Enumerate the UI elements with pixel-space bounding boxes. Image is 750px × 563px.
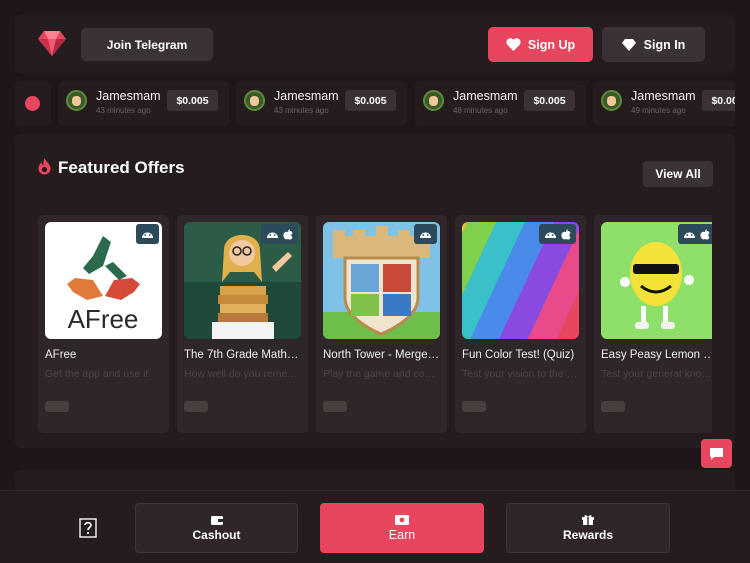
avatar [423, 90, 444, 111]
ticker-amount: $0.005 [167, 90, 218, 111]
offer-name: Fun Color Test! (Quiz) [462, 349, 575, 361]
android-icon [545, 232, 556, 238]
live-indicator [15, 81, 51, 126]
view-all-button[interactable]: View All [643, 161, 713, 187]
offer-card[interactable]: The 7th Grade Math Quiz How well do you … [177, 215, 308, 433]
help-icon[interactable] [79, 518, 97, 538]
chat-button[interactable] [701, 439, 732, 468]
offer-name: Easy Peasy Lemon Squeezy [601, 349, 712, 361]
android-icon [142, 232, 153, 238]
ticker-username: Jamesmam [453, 89, 518, 103]
offer-reward-pill [323, 401, 347, 412]
offer-card[interactable]: Fun Color Test! (Quiz) Test your vision … [455, 215, 586, 433]
bottom-navigation: Cashout Earn Rewards [0, 490, 750, 563]
rewards-nav-button[interactable]: Rewards [506, 503, 670, 553]
ticker-item: Jamesmam 43 minutes ago $0.005 [58, 81, 229, 126]
avatar [66, 90, 87, 111]
offer-reward-pill [184, 401, 208, 412]
sign-up-label: Sign Up [527, 37, 576, 52]
diamond-logo-icon[interactable] [37, 29, 67, 57]
view-all-label: View All [655, 167, 701, 181]
wallet-icon [210, 515, 223, 525]
earn-label: Earn [388, 527, 416, 542]
platform-badge [136, 224, 159, 244]
featured-offers-panel: Featured Offers View All AFree AFree Get… [15, 134, 735, 448]
ticker-time: 49 minutes ago [631, 106, 686, 115]
offer-name: AFree [45, 349, 77, 361]
ticker-time: 43 minutes ago [274, 106, 329, 115]
gift-icon [582, 515, 594, 525]
earn-nav-button[interactable]: Earn [320, 503, 484, 553]
diamond-icon [621, 38, 636, 51]
ticker-amount: $0.005 [702, 90, 735, 111]
offer-reward-pill [462, 401, 486, 412]
apple-icon [561, 228, 571, 240]
avatar [601, 90, 622, 111]
ticker-amount: $0.005 [345, 90, 396, 111]
offer-description: How well do you remember [184, 368, 301, 380]
offer-name: North Tower - Merge Kingdom [323, 349, 440, 361]
android-icon [420, 232, 431, 238]
ticker-username: Jamesmam [274, 89, 339, 103]
platform-badge [414, 224, 437, 244]
offer-reward-pill [45, 401, 69, 412]
ticker-time: 48 minutes ago [453, 106, 508, 115]
ticker-username: Jamesmam [96, 89, 161, 103]
offer-card[interactable]: AFree AFree Get the app and use it [38, 215, 169, 433]
featured-offers-title: Featured Offers [58, 158, 185, 177]
rewards-label: Rewards [562, 528, 614, 542]
ticker-item: Jamesmam 49 minutes ago $0.005 [593, 81, 735, 126]
ticker-item: Jamesmam 43 minutes ago $0.005 [236, 81, 407, 126]
apple-icon [700, 228, 710, 240]
sign-up-button[interactable]: Sign Up [488, 27, 593, 62]
offer-card[interactable]: North Tower - Merge Kingdom Play the gam… [316, 215, 447, 433]
sign-in-label: Sign In [643, 37, 686, 52]
join-telegram-label: Join Telegram [106, 37, 188, 52]
offer-reward-pill [601, 401, 625, 412]
cashout-label: Cashout [192, 527, 241, 542]
android-icon [684, 232, 695, 238]
ticker-amount: $0.005 [524, 90, 575, 111]
chat-icon [710, 447, 723, 460]
offer-description: Test your general knowledge [601, 368, 712, 380]
top-bar: Join Telegram Sign Up Sign In [15, 15, 735, 73]
money-icon [395, 514, 409, 525]
heart-icon [506, 38, 521, 51]
platform-badge [261, 224, 298, 244]
cashout-nav-button[interactable]: Cashout [135, 503, 298, 553]
platform-badge [678, 224, 712, 244]
apple-icon [283, 228, 293, 240]
offer-description: Test your vision to the limit [462, 368, 579, 380]
sign-in-button[interactable]: Sign In [602, 27, 705, 62]
ticker-time: 43 minutes ago [96, 106, 151, 115]
fire-icon [38, 158, 51, 175]
android-icon [267, 232, 278, 238]
ticker-item: Jamesmam 48 minutes ago $0.005 [415, 81, 586, 126]
afree-logo-text: AFree [68, 304, 139, 334]
offer-card[interactable]: Easy Peasy Lemon Squeezy Test your gener… [594, 215, 712, 433]
offer-description: Get the app and use it [45, 368, 149, 380]
offers-carousel[interactable]: AFree AFree Get the app and use it The 7… [38, 215, 712, 433]
join-telegram-button[interactable]: Join Telegram [81, 28, 213, 61]
platform-badge [539, 224, 576, 244]
offer-name: The 7th Grade Math Quiz [184, 349, 301, 361]
avatar [244, 90, 265, 111]
ticker-username: Jamesmam [631, 89, 696, 103]
live-earnings-ticker: Jamesmam 43 minutes ago $0.005 Jamesmam … [15, 81, 735, 126]
offer-description: Play the game and complete [323, 368, 440, 380]
live-dot-icon [25, 96, 40, 111]
